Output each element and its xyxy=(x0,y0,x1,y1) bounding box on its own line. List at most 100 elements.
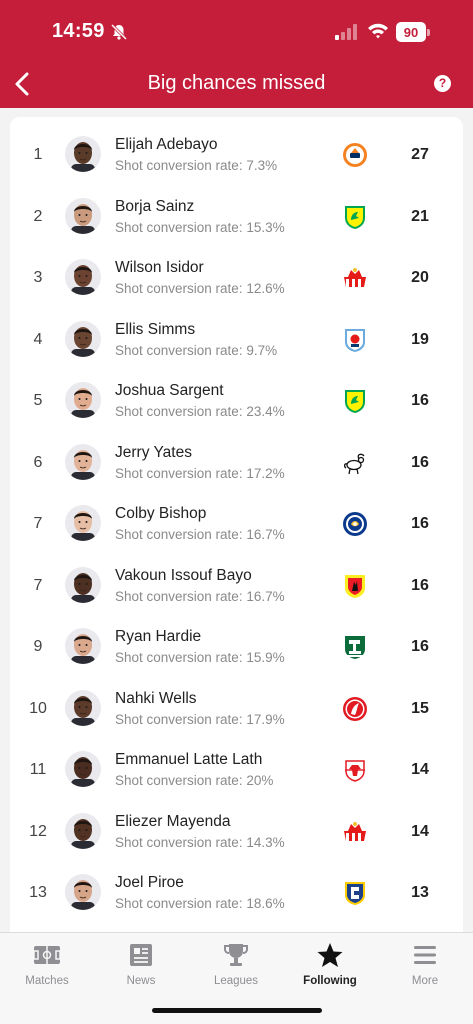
conversion-rate: Shot conversion rate: 17.9% xyxy=(115,711,285,727)
big-chances-missed-value: 20 xyxy=(411,269,429,286)
signal-icon xyxy=(335,24,357,40)
big-chances-missed-value: 21 xyxy=(411,207,429,225)
club-crest-icon[interactable] xyxy=(342,204,368,230)
star-icon xyxy=(317,943,343,967)
big-chances-missed-value: 14 xyxy=(411,822,429,840)
player-row[interactable]: 7 Colby Bishop Shot conversion rate: 16.7%… xyxy=(10,495,463,557)
tab-news[interactable]: News xyxy=(101,941,181,987)
player-row[interactable]: 4 Ellis Simms Shot conversion rate: 9.7% 19 xyxy=(10,311,463,373)
player-name: Wilson Isidor xyxy=(115,259,204,276)
club-crest-icon[interactable] xyxy=(342,880,368,906)
player-name: Joel Piroe xyxy=(115,874,184,891)
club-crest-icon[interactable] xyxy=(342,142,368,168)
player-name: Eliezer Mayenda xyxy=(115,812,231,830)
wifi-icon xyxy=(368,23,388,39)
big-chances-missed-value: 16 xyxy=(411,392,429,409)
help-icon[interactable]: ? xyxy=(434,75,451,92)
app-header: 14:59 90 Big chances missed ? xyxy=(0,0,473,108)
rank-number: 11 xyxy=(29,761,47,778)
rank-number: 5 xyxy=(33,392,43,409)
tab-more[interactable]: More xyxy=(385,941,465,987)
club-crest-icon[interactable] xyxy=(342,450,368,476)
player-row[interactable]: 2 Borja Sainz Shot conversion rate: 15.3% 2… xyxy=(10,188,463,250)
conversion-rate: Shot conversion rate: 7.3% xyxy=(115,158,278,173)
player-name: Ryan Hardie xyxy=(115,628,202,645)
conversion-rate: Shot conversion rate: 16.7% xyxy=(115,588,285,604)
rank-number: 1 xyxy=(33,146,43,163)
conversion-rate: Shot conversion rate: 14.3% xyxy=(115,834,285,850)
conversion-rate: Shot conversion rate: 15.3% xyxy=(115,219,285,235)
club-crest-icon[interactable] xyxy=(342,388,368,414)
player-avatar xyxy=(65,320,101,357)
rank-number: 7 xyxy=(33,515,43,532)
big-chances-missed-value: 16 xyxy=(411,576,429,594)
home-indicator xyxy=(152,1008,322,1013)
player-name: Joshua Sargent xyxy=(115,382,224,399)
player-row[interactable]: 13 Joel Piroe Shot conversion rate: 18.6% 1… xyxy=(10,864,463,926)
bell-muted-icon xyxy=(110,23,128,41)
player-row[interactable]: 12 Eliezer Mayenda Shot conversion rate: 1… xyxy=(10,803,463,865)
player-name: Borja Sainz xyxy=(115,197,195,215)
club-crest-icon[interactable] xyxy=(342,634,368,660)
pitch-icon xyxy=(33,946,61,964)
player-row[interactable]: 6 Jerry Yates Shot conversion rate: 17.2% 1… xyxy=(10,434,463,496)
menu-icon xyxy=(414,946,436,964)
trophy-icon xyxy=(224,944,248,966)
player-avatar xyxy=(65,628,101,664)
conversion-rate: Shot conversion rate: 16.7% xyxy=(115,527,285,542)
rank-number: 12 xyxy=(29,822,47,840)
player-row[interactable]: 1 Elijah Adebayo Shot conversion rate: 7.3… xyxy=(10,126,463,188)
club-crest-icon[interactable] xyxy=(342,265,368,291)
club-crest-icon[interactable] xyxy=(342,696,368,722)
player-row[interactable]: 3 Wilson Isidor Shot conversion rate: 12.6… xyxy=(10,249,463,311)
big-chances-missed-value: 16 xyxy=(411,515,429,532)
player-avatar xyxy=(65,136,101,172)
big-chances-missed-value: 16 xyxy=(411,638,429,655)
player-avatar xyxy=(65,874,101,910)
player-row[interactable]: 5 Joshua Sargent Shot conversion rate: 23.… xyxy=(10,372,463,434)
ranking-list: 1 Elijah Adebayo Shot conversion rate: 7.3… xyxy=(10,117,463,947)
player-row[interactable]: 9 Ryan Hardie Shot conversion rate: 15.9% 1… xyxy=(10,618,463,680)
page-title: Big chances missed xyxy=(147,72,326,94)
player-row[interactable]: 11 Emmanuel Latte Lath Shot conversion rat… xyxy=(10,741,463,803)
rank-number: 6 xyxy=(33,453,43,471)
rank-number: 10 xyxy=(29,699,47,717)
club-crest-icon[interactable] xyxy=(342,573,368,599)
player-avatar xyxy=(65,382,101,418)
status-time: 14:59 xyxy=(52,20,105,42)
player-row[interactable]: 7 Vakoun Issouf Bayo Shot conversion rate:… xyxy=(10,557,463,619)
player-name: Colby Bishop xyxy=(115,505,207,522)
news-icon xyxy=(130,944,152,966)
club-crest-icon[interactable] xyxy=(342,511,368,537)
tab-label: Leagues xyxy=(213,975,259,987)
tab-matches[interactable]: Matches xyxy=(7,941,87,987)
big-chances-missed-value: 27 xyxy=(411,146,429,163)
player-name: Elijah Adebayo xyxy=(115,136,218,153)
tab-label: Following xyxy=(303,975,357,987)
big-chances-missed-value: 14 xyxy=(411,761,429,778)
player-avatar xyxy=(65,505,101,541)
rank-number: 3 xyxy=(33,269,43,286)
battery-level: 90 xyxy=(396,22,426,42)
club-crest-icon[interactable] xyxy=(342,327,368,353)
tab-leagues[interactable]: Leagues xyxy=(196,941,276,987)
club-crest-icon[interactable] xyxy=(342,819,368,845)
conversion-rate: Shot conversion rate: 20% xyxy=(115,773,274,788)
player-name: Nahki Wells xyxy=(115,689,197,707)
player-row[interactable]: 10 Nahki Wells Shot conversion rate: 17.9%… xyxy=(10,680,463,742)
conversion-rate: Shot conversion rate: 12.6% xyxy=(115,281,285,296)
tab-label: More xyxy=(411,975,439,987)
conversion-rate: Shot conversion rate: 18.6% xyxy=(115,896,285,911)
rank-number: 4 xyxy=(33,330,43,348)
nav-bar: Big chances missed ? xyxy=(0,60,473,108)
club-crest-icon[interactable] xyxy=(342,757,368,783)
rank-number: 7 xyxy=(33,576,43,594)
rank-number: 2 xyxy=(33,207,43,225)
battery-icon: 90 xyxy=(396,22,430,42)
player-avatar xyxy=(65,566,101,603)
player-name: Ellis Simms xyxy=(115,320,196,338)
tab-label: News xyxy=(126,975,156,987)
tab-following[interactable]: Following xyxy=(290,941,370,987)
tab-label: Matches xyxy=(25,975,69,987)
player-avatar xyxy=(65,812,101,849)
